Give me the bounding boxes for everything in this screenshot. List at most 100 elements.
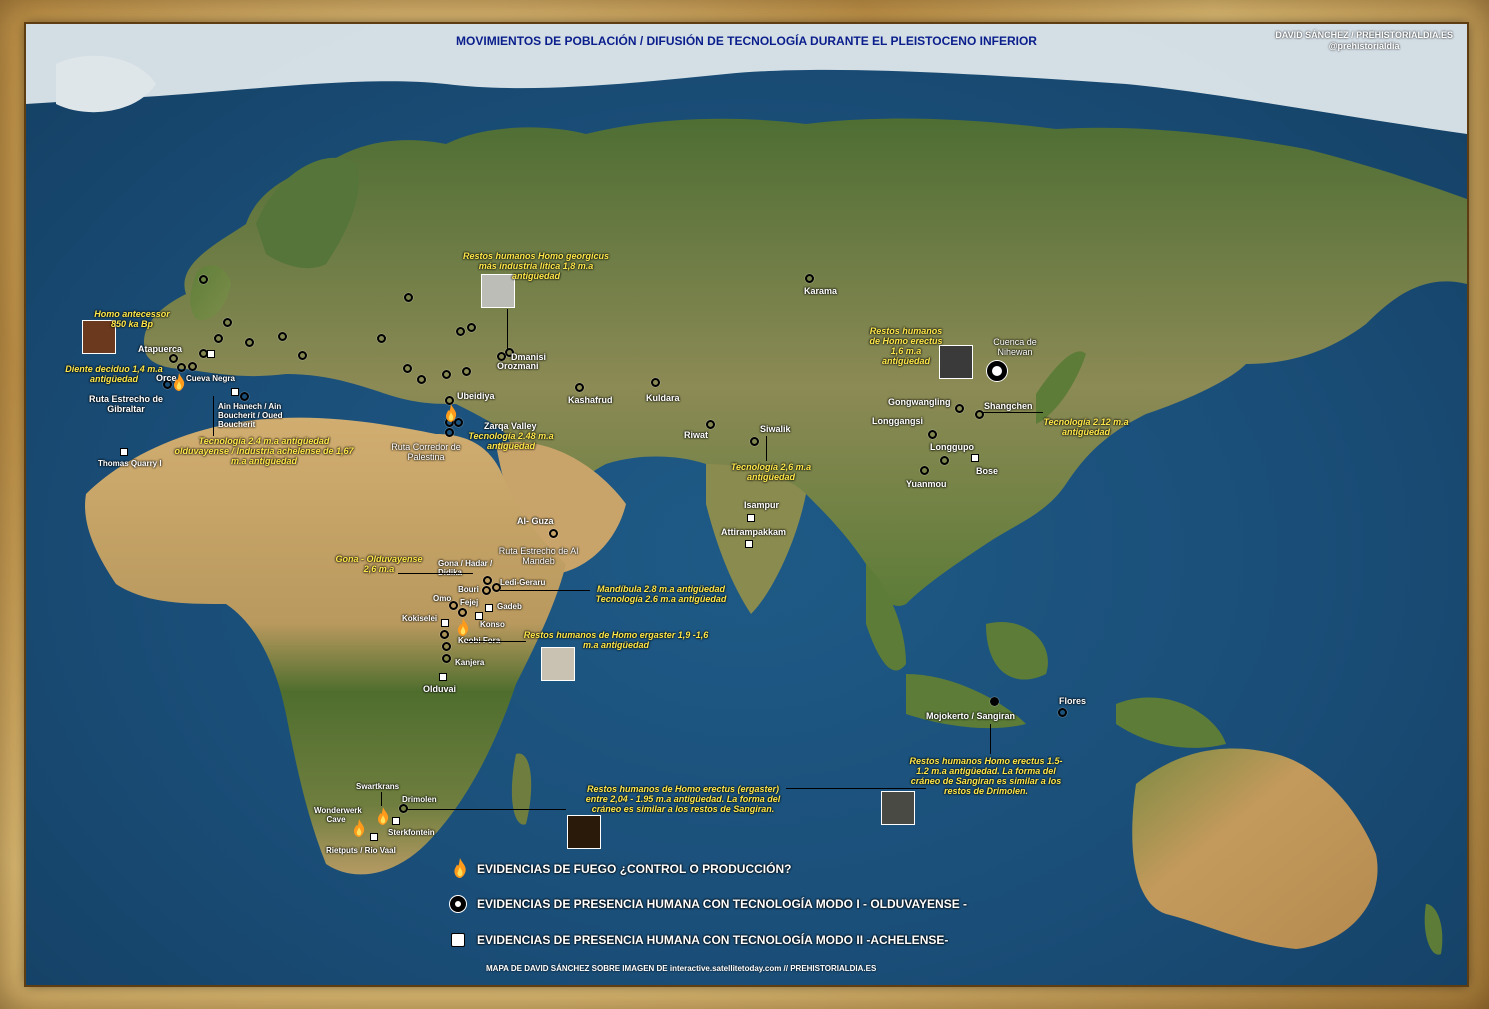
note-mandibula: Mandíbula 2.8 m.a antigüedad Tecnología … (595, 584, 727, 604)
label-orozmani: Orozmani (497, 361, 539, 371)
leader-line (406, 809, 566, 810)
label-longgangsi: Longgangsi (872, 416, 923, 426)
label-alguza: Al- Guza (517, 516, 554, 526)
label-gongwangling: Gongwangling (888, 397, 951, 407)
label-yuanmou: Yuanmou (906, 479, 947, 489)
label-nihewan: Cuenca de Nihewan (993, 337, 1037, 357)
site-marker (240, 392, 249, 401)
site-marker (223, 318, 232, 327)
label-kanjera: Kanjera (455, 658, 485, 667)
site-marker-gona (483, 576, 492, 585)
skull-drimolen-icon (567, 815, 601, 849)
site-square-attirampakkam (745, 540, 753, 548)
note-erectus-java: Restos humanos Homo erectus 1.5-1.2 m.a … (909, 756, 1063, 796)
label-atapuerca: Atapuerca (138, 344, 183, 354)
site-marker-yuanmou (920, 466, 929, 475)
label-mojokerto: Mojokerto / Sangiran (926, 711, 1016, 721)
site-marker-mojokerto (990, 697, 999, 706)
site-marker-gongwangling (955, 404, 964, 413)
legend-mode1-icon (450, 896, 466, 912)
site-square-olduvai (439, 673, 447, 681)
site-square-konso (475, 612, 483, 620)
site-marker (417, 375, 426, 384)
site-marker-kuldara (651, 378, 660, 387)
label-attirampakkam: Attirampakkam (721, 527, 787, 537)
label-thomas: Thomas Quarry I (98, 459, 162, 468)
site-marker (214, 334, 223, 343)
site-marker-longgupo (940, 456, 949, 465)
site-marker-kashafrud (575, 383, 584, 392)
site-marker (298, 351, 307, 360)
site-square-rietputs (370, 833, 378, 841)
leader-line (466, 641, 526, 642)
site-marker (404, 293, 413, 302)
label-swartkrans: Swartkrans (356, 782, 400, 791)
label-kashafrud: Kashafrud (568, 395, 613, 405)
label-flores: Flores (1059, 696, 1087, 706)
fire-icon (378, 807, 389, 825)
author-credit: DAVID SÁNCHEZ / PREHISTORIALDIA.ES @preh… (1275, 30, 1453, 52)
site-marker (440, 630, 449, 639)
site-marker (467, 323, 476, 332)
map-footer: MAPA DE DAVID SÁNCHEZ SOBRE IMAGEN DE in… (486, 964, 877, 973)
note-tec-248: Tecnología 2.48 m.a antigüedad (468, 431, 554, 451)
site-square-kokiselei (441, 619, 449, 627)
label-omo: Omo (433, 594, 452, 603)
label-isampur: Isampur (744, 500, 780, 510)
site-marker-bouri (482, 586, 491, 595)
note-erectus-ergaster: Restos humanos de Homo erectus (ergaster… (585, 784, 781, 814)
site-square-gadeb (485, 604, 493, 612)
note-erectus-china: Restos humanos de Homo erectus 1,6 m.a a… (869, 326, 943, 366)
site-square-bose (971, 454, 979, 462)
site-marker (199, 275, 208, 284)
site-marker-karama (805, 274, 814, 283)
note-tec-24: Tecnología 2.4 m.a antigüedad olduvayens… (174, 436, 354, 466)
credit-handle: @prehistorialdia (1328, 41, 1400, 51)
label-gadeb: Gadeb (497, 602, 522, 611)
label-kuldara: Kuldara (646, 393, 680, 403)
site-marker-alguza (549, 529, 558, 538)
site-marker (188, 362, 197, 371)
note-tec-26-siwalik: Tecnología 2,6 m.a antigüedad (730, 462, 812, 482)
label-mandeb: Ruta Estrecho de Al Mandeb (498, 546, 579, 566)
credit-name: DAVID SÁNCHEZ / PREHISTORIALDIA.ES (1275, 30, 1453, 40)
label-olduvai: Olduvai (423, 684, 457, 694)
site-marker (403, 364, 412, 373)
site-marker-flores (1058, 708, 1067, 717)
world-map: MOVIMIENTOS DE POBLACIÓN / DIFUSIÓN DE T… (26, 24, 1467, 985)
fire-icon (354, 819, 365, 837)
site-marker-siwalik (750, 437, 759, 446)
label-cueva-negra: Cueva Negra (186, 374, 235, 383)
label-drimolen: Drimolen (402, 795, 437, 804)
site-marker-atapuerca (169, 354, 178, 363)
site-square-ain-hanech (231, 388, 239, 396)
map-title: MOVIMIENTOS DE POBLACIÓN / DIFUSIÓN DE T… (456, 34, 1037, 48)
leader-line (990, 724, 991, 754)
legend-mode2: EVIDENCIAS DE PRESENCIA HUMANA CON TECNO… (477, 933, 949, 947)
label-kokiselei: Kokiselei (402, 614, 438, 623)
leader-line (983, 412, 1043, 413)
note-georgicus: Restos humanos Homo georgicus más indust… (462, 251, 610, 281)
site-square-sterkfontein (392, 817, 400, 825)
label-bouri: Bouri (458, 585, 479, 594)
label-karama: Karama (804, 286, 838, 296)
label-gona: Gona / Hadar / Didika (438, 559, 493, 577)
site-square-isampur (747, 514, 755, 522)
site-marker-longgangsi (928, 430, 937, 439)
note-diente: Diente deciduo 1,4 m.a antigüedad (65, 364, 163, 384)
site-marker-kanjera (442, 654, 451, 663)
fire-icon (174, 373, 185, 391)
fire-icon (458, 618, 469, 636)
leader-line (766, 436, 767, 461)
leader-line (786, 788, 926, 789)
legend-fire-icon (454, 858, 466, 878)
label-sterkfontein: Sterkfontein (388, 828, 435, 837)
legend-fire: EVIDENCIAS DE FUEGO ¿CONTROL O PRODUCCIÓ… (477, 862, 792, 876)
note-antecessor: Homo antecessor 850 ka Bp (94, 309, 170, 329)
leader-line (500, 590, 590, 591)
label-palestina: Ruta Corredor de Palestina (391, 442, 461, 462)
label-bose: Bose (976, 466, 999, 476)
site-marker-nihewan (987, 361, 1007, 381)
legend-mode2-icon (451, 933, 465, 947)
label-ledi: Ledi-Geraru (500, 578, 546, 587)
